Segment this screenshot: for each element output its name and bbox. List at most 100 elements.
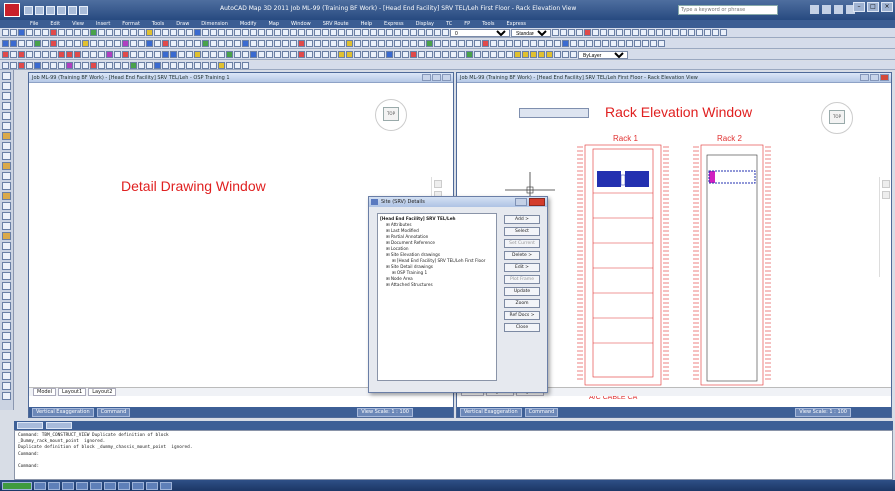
command-label[interactable]: Command xyxy=(96,407,131,417)
taskbar-app-icon[interactable] xyxy=(160,481,172,490)
help-search-input[interactable]: Type a keyword or phrase xyxy=(678,5,778,15)
command-window-tab[interactable] xyxy=(17,422,43,429)
taskbar-app-icon[interactable] xyxy=(90,481,102,490)
erase-tool-icon[interactable] xyxy=(2,242,11,250)
menu-item[interactable]: Window xyxy=(291,20,311,28)
redo-icon[interactable] xyxy=(68,5,77,15)
make-block-icon[interactable] xyxy=(2,172,11,180)
chamfer-tool-icon[interactable] xyxy=(2,372,11,380)
polygon-tool-icon[interactable] xyxy=(2,92,11,100)
menu-item[interactable]: Help xyxy=(361,20,372,28)
site-tree-view[interactable]: [Head End Facility] SRV TEL/Leh ⊞ Attribu… xyxy=(377,213,497,381)
dialog-button[interactable]: Plot Frame xyxy=(504,275,540,284)
taskbar-app-icon[interactable] xyxy=(118,481,130,490)
viewcube-icon[interactable]: TOP xyxy=(817,98,857,138)
circle-tool-icon[interactable] xyxy=(2,122,11,130)
menu-item[interactable]: Express xyxy=(507,20,527,28)
rack-window-titlebar[interactable]: Job ML-99 (Training BF Work) - [Head End… xyxy=(457,73,891,83)
minimize-icon[interactable] xyxy=(860,74,869,81)
tree-node[interactable]: ⊞ Attached Structures xyxy=(380,282,494,288)
stretch-tool-icon[interactable] xyxy=(2,322,11,330)
text-style-select[interactable]: Standard xyxy=(511,28,551,37)
site-details-dialog[interactable]: Site (SRV) Details [Head End Facility] S… xyxy=(368,196,548,393)
dialog-button[interactable]: Add > xyxy=(504,215,540,224)
dialog-button[interactable]: Update xyxy=(504,287,540,296)
close-icon[interactable]: × xyxy=(881,2,893,12)
dialog-button[interactable]: Delete > xyxy=(504,251,540,260)
application-menu-icon[interactable] xyxy=(4,3,20,17)
command-label[interactable]: Command xyxy=(524,407,559,417)
rectangle-tool-icon[interactable] xyxy=(2,102,11,110)
array-tool-icon[interactable] xyxy=(2,282,11,290)
dialog-button[interactable]: Edit > xyxy=(504,263,540,272)
point-tool-icon[interactable] xyxy=(2,182,11,190)
gradient-tool-icon[interactable] xyxy=(2,202,11,210)
rack-1-equipment[interactable] xyxy=(597,171,649,187)
close-icon[interactable] xyxy=(529,198,545,206)
scale-tool-icon[interactable] xyxy=(2,312,11,320)
mirror-tool-icon[interactable] xyxy=(2,262,11,270)
menu-item[interactable]: Display xyxy=(416,20,434,28)
detail-window-titlebar[interactable]: Job ML-99 (Training BF Work) - [Head End… xyxy=(29,73,453,83)
taskbar-app-icon[interactable] xyxy=(146,481,158,490)
taskbar-app-icon[interactable] xyxy=(48,481,60,490)
new-icon[interactable] xyxy=(24,5,33,15)
mtext-tool-icon[interactable] xyxy=(2,232,11,240)
break-tool-icon[interactable] xyxy=(2,352,11,360)
zoom-icon[interactable] xyxy=(882,191,890,199)
taskbar-app-icon[interactable] xyxy=(76,481,88,490)
communication-icon[interactable] xyxy=(822,5,831,14)
table-tool-icon[interactable] xyxy=(2,222,11,230)
menu-item[interactable]: Insert xyxy=(96,20,110,28)
search-icon[interactable] xyxy=(810,5,819,14)
explode-tool-icon[interactable] xyxy=(2,392,11,400)
spline-tool-icon[interactable] xyxy=(2,142,11,150)
restore-icon[interactable] xyxy=(432,74,441,81)
dialog-button[interactable]: Select xyxy=(504,227,540,236)
view-scale-label[interactable]: View Scale: 1 : 100 xyxy=(795,407,851,417)
save-icon[interactable] xyxy=(46,5,55,15)
hatch-tool-icon[interactable] xyxy=(2,192,11,200)
menu-item[interactable]: Tools xyxy=(152,20,164,28)
close-icon[interactable] xyxy=(880,74,889,81)
menu-item[interactable]: Modify xyxy=(240,20,257,28)
dialog-button[interactable]: Ref Docs > xyxy=(504,311,540,320)
extend-tool-icon[interactable] xyxy=(2,342,11,350)
taskbar-app-icon[interactable] xyxy=(132,481,144,490)
rack-toolbar[interactable] xyxy=(519,108,589,118)
rotate-tool-icon[interactable] xyxy=(2,302,11,310)
taskbar-app-icon[interactable] xyxy=(104,481,116,490)
join-tool-icon[interactable] xyxy=(2,362,11,370)
restore-icon[interactable] xyxy=(870,74,879,81)
linetype-select[interactable]: ByLayer xyxy=(578,50,628,59)
menu-item[interactable]: Edit xyxy=(50,20,60,28)
polyline-tool-icon[interactable] xyxy=(2,82,11,90)
maximize-icon[interactable]: □ xyxy=(867,2,879,12)
print-icon[interactable] xyxy=(79,5,88,15)
minimize-icon[interactable] xyxy=(515,198,527,206)
menu-item[interactable]: Draw xyxy=(176,20,189,28)
layer-select[interactable]: 0 xyxy=(450,28,510,37)
insert-block-icon[interactable] xyxy=(2,162,11,170)
start-button[interactable] xyxy=(2,481,32,490)
ellipse-tool-icon[interactable] xyxy=(2,152,11,160)
menu-item[interactable]: FP xyxy=(464,20,470,28)
tab-layout1[interactable]: Layout1 xyxy=(58,388,87,396)
vertical-exaggeration-label[interactable]: Vertical Exaggeration xyxy=(460,407,522,417)
taskbar-app-icon[interactable] xyxy=(34,481,46,490)
menu-item[interactable]: Format xyxy=(122,20,140,28)
menu-item[interactable]: Tools xyxy=(482,20,494,28)
dialog-button[interactable]: Zoom xyxy=(504,299,540,308)
dialog-titlebar[interactable]: Site (SRV) Details xyxy=(369,197,547,207)
offset-tool-icon[interactable] xyxy=(2,272,11,280)
trim-tool-icon[interactable] xyxy=(2,332,11,340)
line-tool-icon[interactable] xyxy=(2,72,11,80)
menu-item[interactable]: File xyxy=(30,20,38,28)
viewcube-icon[interactable]: TOP xyxy=(371,95,411,135)
taskbar-app-icon[interactable] xyxy=(62,481,74,490)
menu-item[interactable]: TC xyxy=(446,20,452,28)
favorites-icon[interactable] xyxy=(834,5,843,14)
menu-item[interactable]: Express xyxy=(384,20,404,28)
menu-item[interactable]: Map xyxy=(268,20,279,28)
close-icon[interactable] xyxy=(442,74,451,81)
